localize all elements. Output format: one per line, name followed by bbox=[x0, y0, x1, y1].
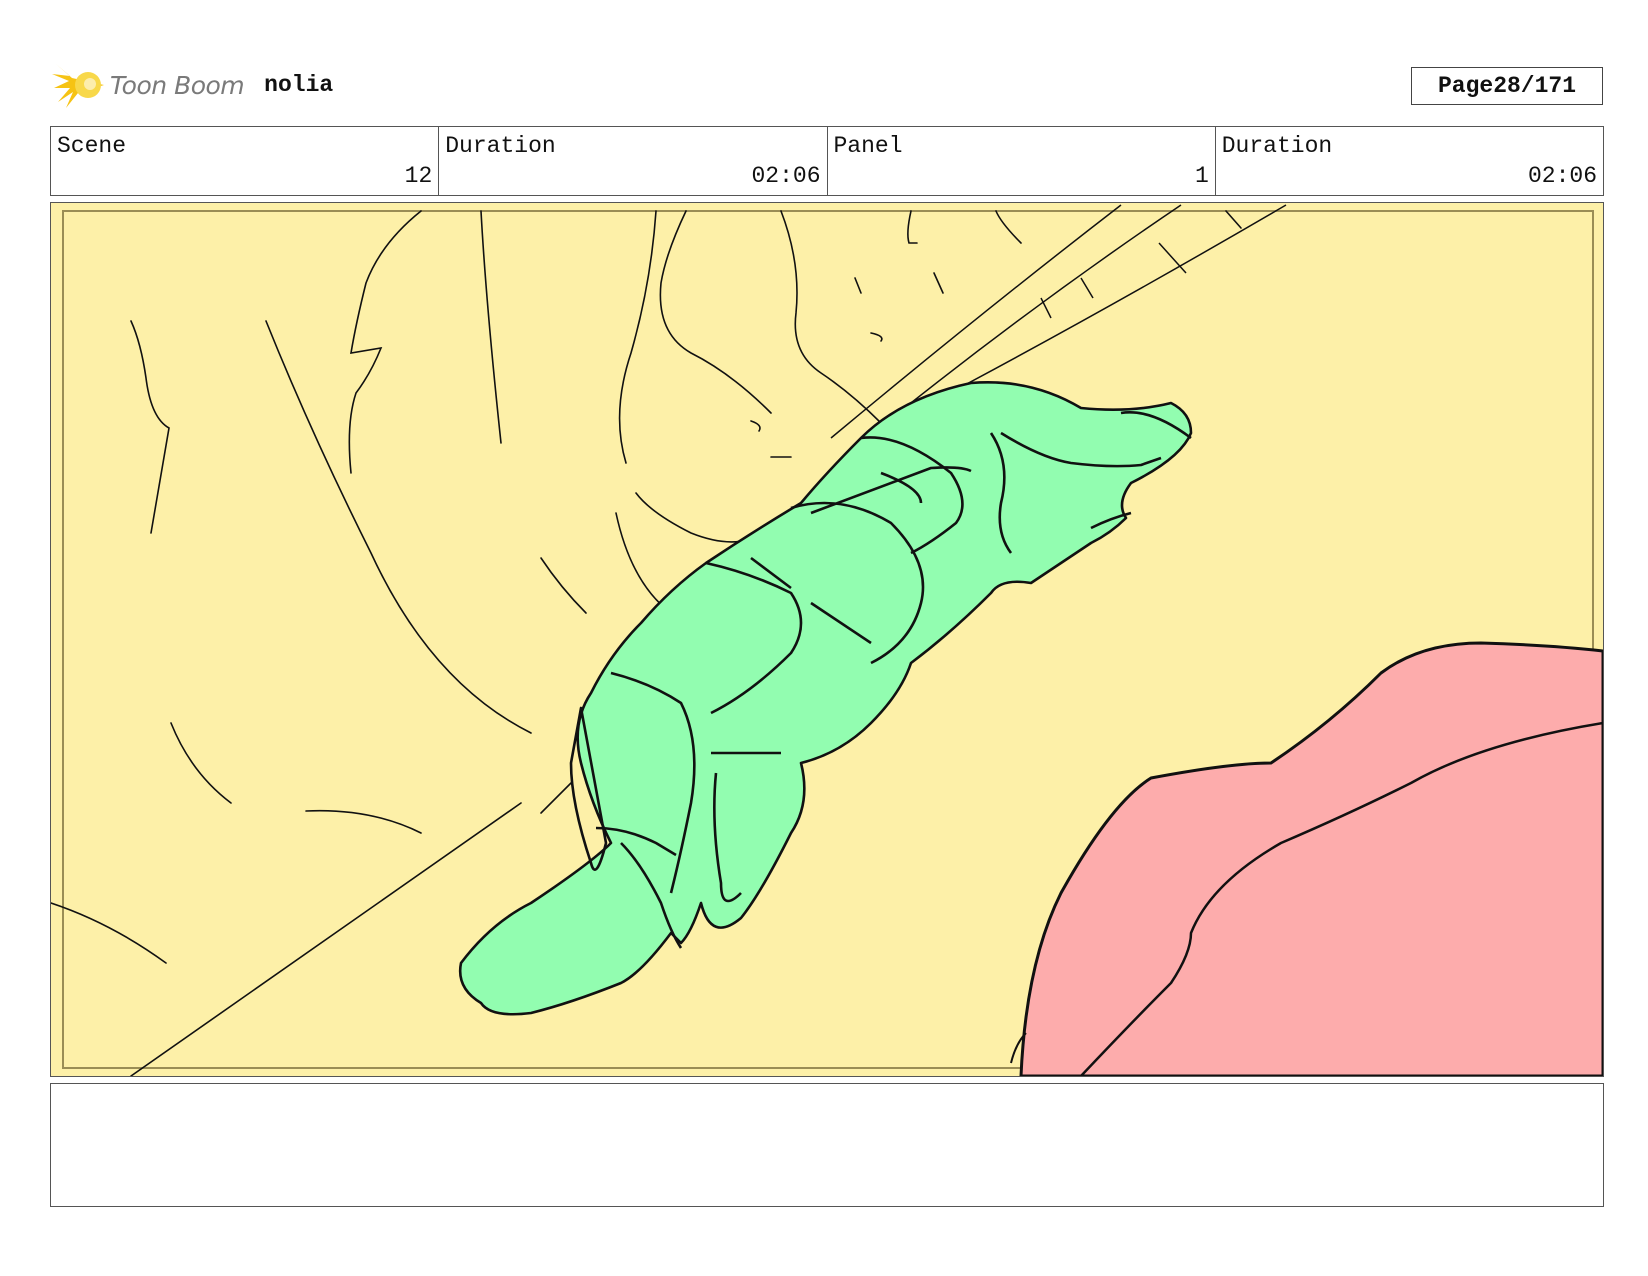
scene-duration-cell: Duration 02:06 bbox=[439, 127, 828, 195]
page-indicator: Page 28/171 bbox=[1411, 67, 1603, 105]
scene-value: 12 bbox=[404, 163, 433, 189]
panel-duration-cell: Duration 02:06 bbox=[1216, 127, 1603, 195]
panel-cell: Panel 1 bbox=[828, 127, 1216, 195]
page-number: 28/171 bbox=[1493, 73, 1577, 99]
scene-duration-label: Duration bbox=[445, 133, 556, 159]
brand-name: Toon Boom bbox=[110, 70, 245, 100]
scene-label: Scene bbox=[57, 133, 127, 159]
project-name: nolia bbox=[264, 72, 334, 98]
panel-notes-box bbox=[50, 1083, 1604, 1207]
panel-value: 1 bbox=[1194, 163, 1209, 189]
scene-duration-value: 02:06 bbox=[751, 163, 821, 189]
storyboard-panel bbox=[50, 202, 1604, 1077]
toon-boom-starburst-icon bbox=[52, 64, 104, 108]
panel-duration-value: 02:06 bbox=[1527, 163, 1597, 189]
panel-duration-label: Duration bbox=[1221, 133, 1333, 159]
scene-cell: Scene 12 bbox=[51, 127, 440, 195]
panel-label: Panel bbox=[833, 133, 903, 159]
panel-drawing bbox=[51, 203, 1603, 1076]
page-label: Page bbox=[1437, 73, 1494, 99]
toon-boom-logo: Toon Boom nolia bbox=[52, 58, 333, 112]
panel-info-row: Scene 12 Duration 02:06 Panel 1 Duration… bbox=[50, 126, 1604, 196]
